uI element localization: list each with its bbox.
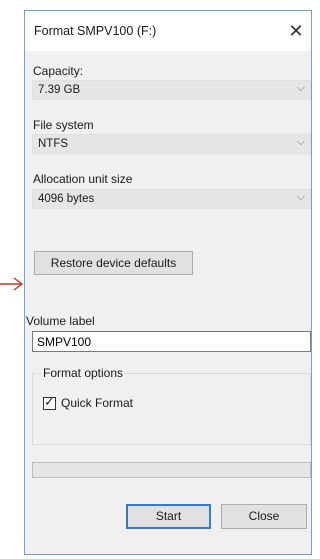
allocation-label: Allocation unit size: [33, 172, 133, 186]
capacity-dropdown[interactable]: 7.39 GB ⌵: [32, 80, 311, 100]
arrow-right-icon: [0, 277, 24, 291]
file-system-value: NTFS: [38, 138, 69, 150]
format-progress-bar: [32, 462, 311, 478]
title-bar: Format SMPV100 (F:) ✕: [25, 11, 311, 51]
capacity-label: Capacity:: [33, 64, 83, 78]
volume-label-input[interactable]: [33, 332, 310, 352]
close-icon[interactable]: ✕: [283, 19, 309, 43]
allocation-value: 4096 bytes: [38, 193, 95, 205]
capacity-value: 7.39 GB: [38, 84, 81, 96]
restore-defaults-button[interactable]: Restore device defaults: [34, 251, 193, 275]
start-button[interactable]: Start: [126, 504, 211, 529]
chevron-down-icon: ⌵: [296, 82, 305, 94]
allocation-dropdown[interactable]: 4096 bytes ⌵: [32, 189, 311, 209]
file-system-dropdown[interactable]: NTFS ⌵: [32, 134, 311, 154]
window-title: Format SMPV100 (F:): [34, 24, 157, 38]
file-system-label: File system: [33, 118, 94, 132]
volume-label-label: Volume label: [26, 314, 95, 328]
format-dialog: Format SMPV100 (F:) ✕ Capacity: 7.39 GB …: [24, 10, 312, 555]
chevron-down-icon: ⌵: [296, 136, 305, 148]
quick-format-label[interactable]: Quick Format: [61, 396, 133, 410]
volume-label-field[interactable]: [32, 331, 311, 352]
capacity-label-text: Capacity:: [33, 64, 84, 78]
close-button[interactable]: Close: [221, 504, 307, 529]
chevron-down-icon: ⌵: [296, 191, 305, 203]
checkmark-icon: ✓: [44, 394, 55, 409]
quick-format-checkbox[interactable]: ✓: [43, 394, 56, 410]
format-options-title: Format options: [41, 366, 126, 380]
format-options-group: Format options ✓ Quick Format: [32, 366, 311, 445]
